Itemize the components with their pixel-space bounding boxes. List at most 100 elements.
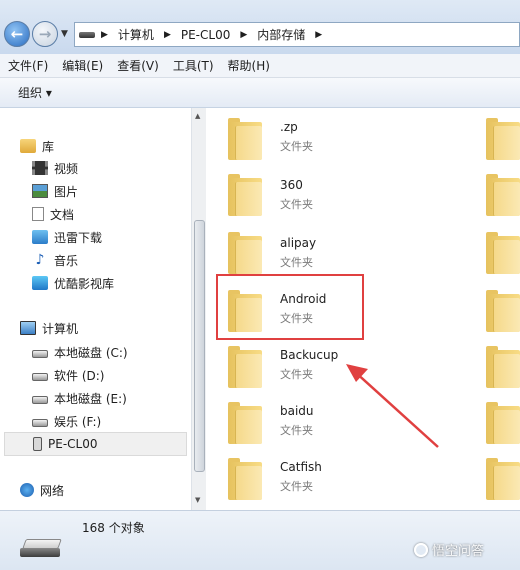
folder-icon[interactable] <box>228 230 262 274</box>
nav-youku[interactable]: 优酷影视库 <box>32 273 114 293</box>
organize-button[interactable]: 组织 ▾ <box>18 84 52 101</box>
menu-tools[interactable]: 工具(T) <box>173 57 214 74</box>
folder-icon[interactable] <box>228 400 262 444</box>
folder-type: 文件夹 <box>280 198 313 211</box>
nav-network[interactable]: 网络 <box>20 480 64 500</box>
nav-videos[interactable]: 视频 <box>32 158 78 178</box>
breadcrumb-computer[interactable]: 计算机 <box>118 26 154 43</box>
folder-name[interactable]: baidu <box>280 404 314 418</box>
nav-label: PE-CL00 <box>48 437 98 451</box>
video-library-icon <box>32 276 48 290</box>
folder-icon[interactable] <box>486 288 520 332</box>
folder-icon[interactable] <box>486 230 520 274</box>
music-icon: ♪ <box>35 252 45 268</box>
menu-view[interactable]: 查看(V) <box>117 57 159 74</box>
scroll-up-icon[interactable]: ▲ <box>195 112 200 120</box>
folder-name[interactable]: Catfish <box>280 460 322 474</box>
drive-icon <box>32 373 48 381</box>
folder-name[interactable]: 360 <box>280 178 303 192</box>
folder-icon[interactable] <box>486 456 520 500</box>
nav-label: 视频 <box>54 161 79 176</box>
chevron-right-icon: ▶ <box>163 29 171 40</box>
watermark: 悟空问答 <box>414 540 484 559</box>
nav-label: 计算机 <box>42 321 79 336</box>
arrow-right-icon: → <box>38 25 52 43</box>
address-toolbar: ← → ▼ ▶ 计算机 ▶ PE-CL00 ▶ 内部存储 ▶ <box>0 0 520 54</box>
folder-name[interactable]: Backucup <box>280 348 338 362</box>
drive-icon <box>32 396 48 404</box>
menu-file[interactable]: 文件(F) <box>8 57 48 74</box>
drive-icon <box>20 539 64 557</box>
computer-icon <box>20 321 36 335</box>
folder-icon[interactable] <box>486 344 520 388</box>
nav-pictures[interactable]: 图片 <box>32 181 78 201</box>
folder-name[interactable]: .zp <box>280 120 298 134</box>
recent-pages-dropdown[interactable]: ▼ <box>61 29 68 39</box>
network-icon <box>20 483 34 497</box>
folder-icon[interactable] <box>228 456 262 500</box>
folder-type: 文件夹 <box>280 368 313 381</box>
nav-drive-e[interactable]: 本地磁盘 (E:) <box>32 388 127 408</box>
folder-icon[interactable] <box>228 344 262 388</box>
nav-computer[interactable]: 计算机 <box>20 318 78 338</box>
download-icon <box>32 230 48 244</box>
nav-device-pe-cl00[interactable]: PE-CL00 <box>4 432 187 456</box>
nav-music[interactable]: ♪ 音乐 <box>32 250 78 270</box>
nav-drive-d[interactable]: 软件 (D:) <box>32 365 104 385</box>
chevron-right-icon: ▶ <box>101 29 108 40</box>
command-bar: 组织 ▾ <box>0 78 520 108</box>
system-drive-icon <box>32 350 48 358</box>
annotation-arrow <box>346 364 439 448</box>
folder-type: 文件夹 <box>280 140 313 153</box>
folder-type: 文件夹 <box>280 256 313 269</box>
back-button[interactable]: ← <box>4 21 30 47</box>
video-icon <box>32 161 48 175</box>
library-icon <box>20 139 36 153</box>
phone-icon <box>33 437 42 451</box>
nav-scrollbar[interactable]: ▲ ▼ <box>191 108 206 510</box>
nav-label: 软件 (D:) <box>54 368 105 383</box>
highlight-box <box>216 274 364 340</box>
nav-label: 文档 <box>50 207 75 222</box>
navigation-pane: 库 视频 图片 文档 迅雷下载 ♪ 音乐 优酷影视库 计算机 本地磁盘 (C:) … <box>0 108 206 510</box>
nav-label: 娱乐 (F:) <box>54 414 102 429</box>
menu-bar: 文件(F) 编辑(E) 查看(V) 工具(T) 帮助(H) <box>0 54 520 78</box>
nav-xunlei[interactable]: 迅雷下载 <box>32 227 102 247</box>
scroll-down-icon[interactable]: ▼ <box>195 496 200 504</box>
forward-button[interactable]: → <box>32 21 58 47</box>
chevron-right-icon: ▶ <box>315 29 323 40</box>
chevron-right-icon: ▶ <box>240 29 248 40</box>
menu-help[interactable]: 帮助(H) <box>228 57 270 74</box>
breadcrumb-device[interactable]: PE-CL00 <box>181 28 230 42</box>
breadcrumb-storage[interactable]: 内部存储 <box>257 26 305 43</box>
folder-icon[interactable] <box>486 172 520 216</box>
nav-label: 音乐 <box>54 253 79 268</box>
nav-label: 网络 <box>40 483 65 498</box>
document-icon <box>32 207 44 221</box>
nav-label: 本地磁盘 (C:) <box>54 345 128 360</box>
object-count: 168 个对象 <box>82 521 145 535</box>
nav-scrollbar-thumb[interactable] <box>194 220 205 472</box>
arrow-left-icon: ← <box>10 25 24 43</box>
drive-icon <box>79 31 95 38</box>
folder-type: 文件夹 <box>280 480 313 493</box>
watermark-text: 悟空问答 <box>432 544 485 559</box>
nav-label: 优酷影视库 <box>54 276 115 291</box>
nav-label: 库 <box>42 139 55 154</box>
nav-label: 图片 <box>54 184 79 199</box>
drive-icon <box>32 419 48 427</box>
nav-label: 本地磁盘 (E:) <box>54 391 127 406</box>
folder-icon[interactable] <box>228 116 262 160</box>
address-bar[interactable]: ▶ 计算机 ▶ PE-CL00 ▶ 内部存储 ▶ <box>74 22 520 47</box>
folder-icon[interactable] <box>486 116 520 160</box>
nav-drive-c[interactable]: 本地磁盘 (C:) <box>32 342 128 362</box>
menu-edit[interactable]: 编辑(E) <box>62 57 103 74</box>
nav-drive-f[interactable]: 娱乐 (F:) <box>32 411 101 431</box>
nav-library[interactable]: 库 <box>20 136 54 156</box>
folder-icon[interactable] <box>486 400 520 444</box>
folder-icon[interactable] <box>228 172 262 216</box>
wukong-logo-icon <box>414 542 428 557</box>
nav-documents[interactable]: 文档 <box>32 204 74 224</box>
picture-icon <box>32 184 48 198</box>
folder-name[interactable]: alipay <box>280 236 316 250</box>
